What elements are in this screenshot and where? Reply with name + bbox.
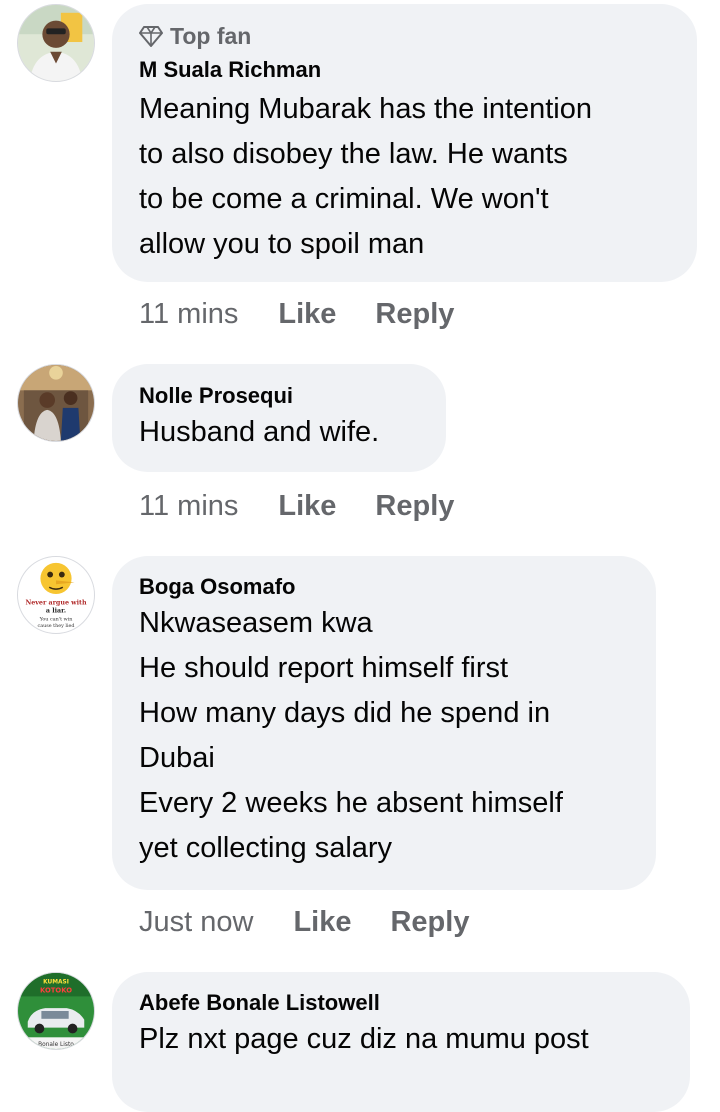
comment-text-line: Dubai bbox=[139, 742, 215, 774]
avatar-caption: KOTOKO bbox=[40, 986, 72, 994]
comment-bubble: Boga Osomafo Nkwaseasem kwa He should re… bbox=[112, 556, 656, 890]
top-fan-badge: Top fan bbox=[139, 22, 671, 50]
reply-button[interactable]: Reply bbox=[375, 490, 454, 523]
comment-text-line: allow you to spoil man bbox=[139, 228, 425, 260]
like-button[interactable]: Like bbox=[278, 298, 336, 331]
avatar-photo bbox=[18, 365, 94, 441]
comment-text: Nkwaseasem kwa He should report himself … bbox=[139, 601, 630, 871]
avatar-caption: Bonale Listo bbox=[38, 1042, 74, 1048]
comment-timestamp[interactable]: 11 mins bbox=[139, 298, 238, 331]
comment-text-line: How many days did he spend in bbox=[139, 697, 551, 729]
comment-text-line: Nkwaseasem kwa bbox=[139, 607, 373, 639]
avatar[interactable]: KUMASI KOTOKO Bonale Listo bbox=[17, 972, 95, 1050]
comment-bubble: Nolle Prosequi Husband and wife. bbox=[112, 364, 446, 472]
comment-text-line: Meaning Mubarak has the intention bbox=[139, 93, 593, 125]
avatar[interactable]: Never argue with a liar. You can't win c… bbox=[17, 556, 95, 634]
comment-actions: Just now Like Reply bbox=[139, 906, 508, 939]
avatar-caption: You can't win bbox=[39, 616, 73, 622]
like-button[interactable]: Like bbox=[278, 490, 336, 523]
comment-text-line: to be come a criminal. We won't bbox=[139, 183, 549, 215]
reply-button[interactable]: Reply bbox=[375, 298, 454, 331]
comment-bubble: Top fan M Suala Richman Meaning Mubarak … bbox=[112, 4, 697, 282]
comment-text-line: Every 2 weeks he absent himself bbox=[139, 787, 563, 819]
comment-text-line: Plz nxt page cuz diz na mumu post bbox=[139, 1023, 589, 1055]
avatar[interactable] bbox=[17, 364, 95, 442]
comment-actions: 11 mins Like Reply bbox=[139, 298, 493, 331]
comment-timestamp[interactable]: 11 mins bbox=[139, 490, 238, 523]
like-button[interactable]: Like bbox=[293, 906, 351, 939]
badge-label: Top fan bbox=[170, 23, 252, 49]
avatar-caption: Never argue with bbox=[25, 599, 87, 607]
comment-text-line: He should report himself first bbox=[139, 652, 509, 684]
comment-text: Meaning Mubarak has the intention to als… bbox=[139, 87, 671, 267]
comment-text-line: Husband and wife. bbox=[139, 416, 380, 448]
reply-button[interactable]: Reply bbox=[390, 906, 469, 939]
comment-author[interactable]: Nolle Prosequi bbox=[139, 382, 420, 410]
comment-text-line: to also disobey the law. He wants bbox=[139, 138, 568, 170]
comment-bubble: Abefe Bonale Listowell Plz nxt page cuz … bbox=[112, 972, 690, 1112]
avatar-caption: KUMASI bbox=[43, 980, 69, 986]
comment-author[interactable]: Abefe Bonale Listowell bbox=[139, 989, 664, 1017]
avatar-photo: KUMASI KOTOKO Bonale Listo bbox=[18, 973, 94, 1049]
comment-author[interactable]: Boga Osomafo bbox=[139, 573, 630, 601]
avatar-photo bbox=[18, 5, 94, 81]
comment-author[interactable]: M Suala Richman bbox=[139, 56, 671, 84]
comment-timestamp[interactable]: Just now bbox=[139, 906, 253, 939]
avatar-caption: cause they lied bbox=[37, 623, 74, 629]
comment-text: Plz nxt page cuz diz na mumu post bbox=[139, 1017, 664, 1062]
comment-actions: 11 mins Like Reply bbox=[139, 490, 493, 523]
diamond-icon bbox=[139, 26, 163, 47]
avatar[interactable] bbox=[17, 4, 95, 82]
avatar-caption: a liar. bbox=[46, 607, 66, 615]
avatar-photo: Never argue with a liar. You can't win c… bbox=[18, 557, 94, 633]
comment-text-line: yet collecting salary bbox=[139, 832, 393, 864]
comment-text: Husband and wife. bbox=[139, 410, 420, 455]
